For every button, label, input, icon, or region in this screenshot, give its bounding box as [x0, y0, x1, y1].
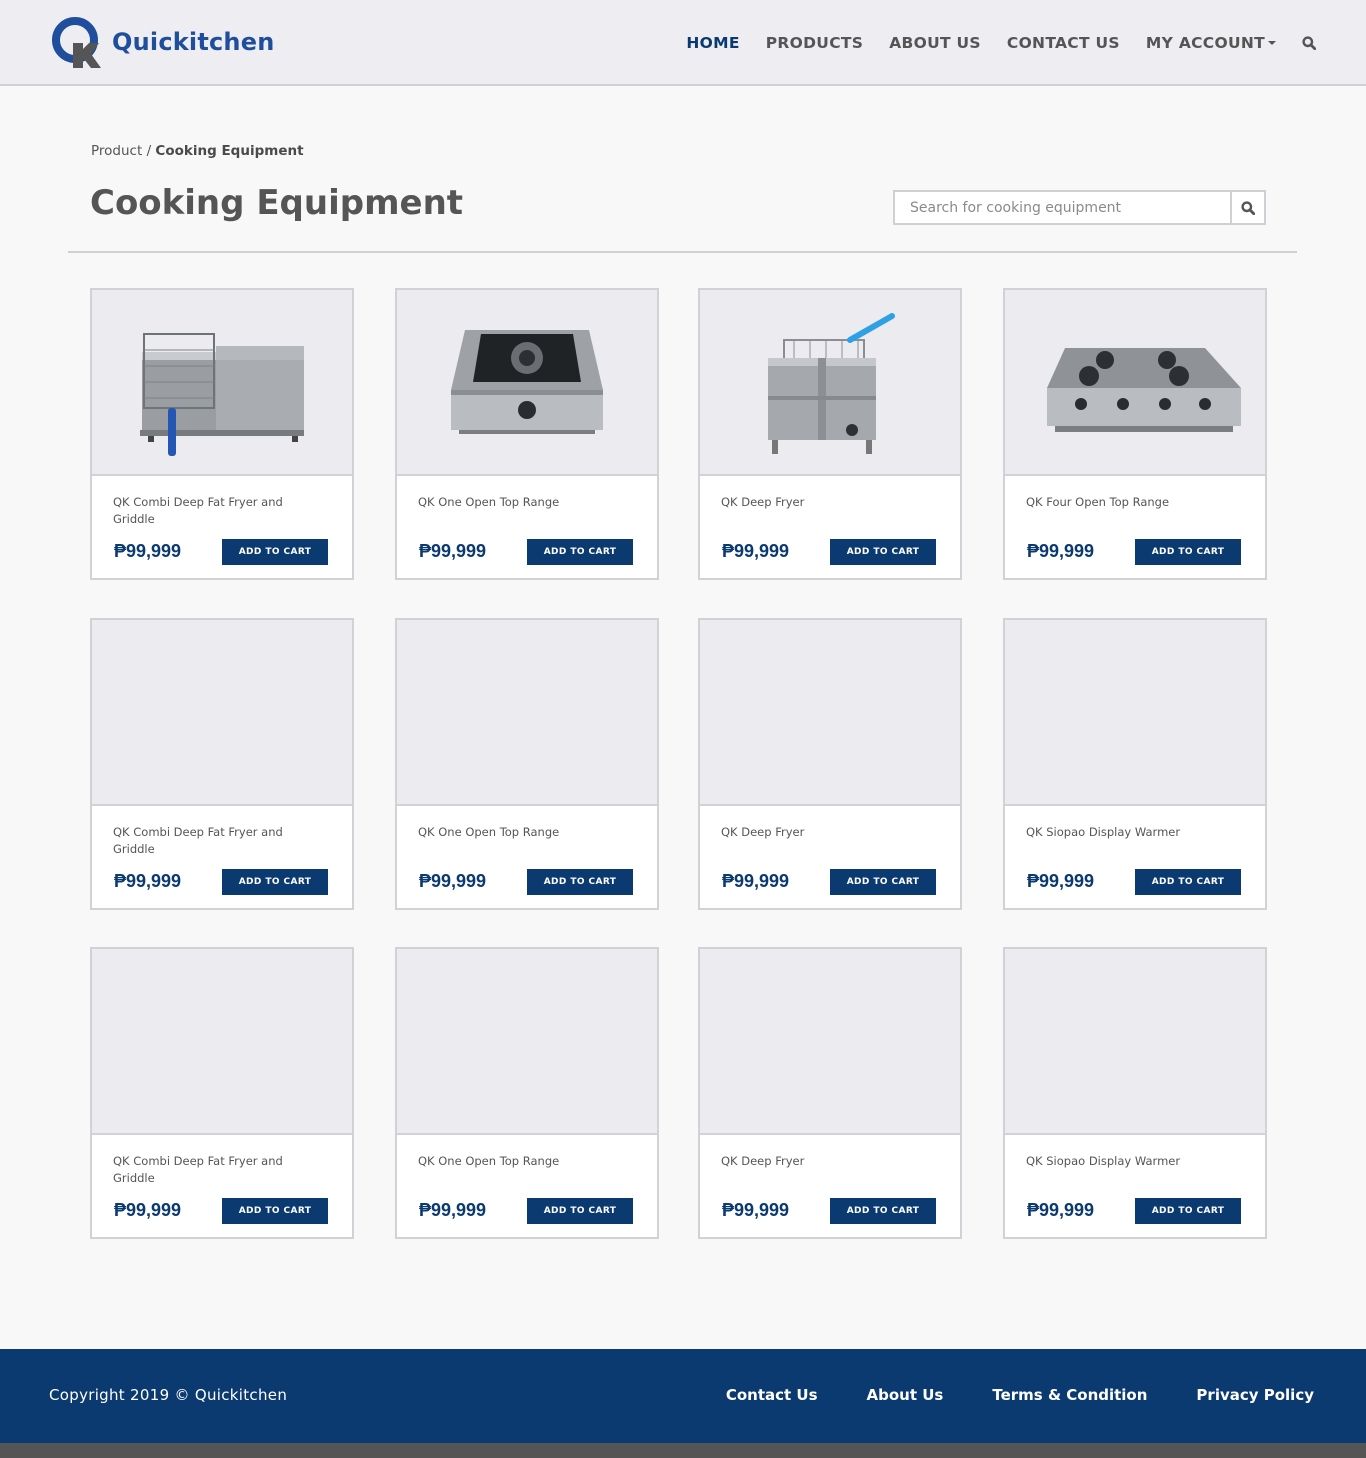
add-to-cart-button[interactable]: ADD TO CART: [830, 539, 936, 565]
product-card[interactable]: QK One Open Top Range ₱99,999 ADD TO CAR…: [395, 618, 659, 910]
add-to-cart-button[interactable]: ADD TO CART: [830, 869, 936, 895]
product-image[interactable]: [92, 290, 352, 476]
product-image-placeholder[interactable]: [92, 620, 352, 806]
product-card[interactable]: QK Deep Fryer ₱99,999 ADD TO CART: [698, 288, 962, 580]
breadcrumb-separator: /: [146, 143, 152, 159]
product-name[interactable]: QK One Open Top Range: [418, 824, 588, 841]
nav-my-account[interactable]: MY ACCOUNT: [1146, 34, 1276, 52]
main-nav: HOME PRODUCTS ABOUT US CONTACT US MY ACC…: [660, 32, 1316, 54]
product-image-placeholder[interactable]: [1005, 949, 1265, 1135]
footer-link-privacy-policy[interactable]: Privacy Policy: [1196, 1386, 1314, 1404]
page-title: Cooking Equipment: [90, 183, 464, 223]
product-price: ₱99,999: [1027, 541, 1095, 561]
product-image-placeholder[interactable]: [1005, 620, 1265, 806]
title-divider: [68, 251, 1297, 253]
product-image-placeholder[interactable]: [700, 620, 960, 806]
add-to-cart-button[interactable]: ADD TO CART: [1135, 1198, 1241, 1224]
search-icon: [1241, 200, 1255, 215]
product-price: ₱99,999: [114, 871, 182, 891]
product-image-placeholder[interactable]: [397, 620, 657, 806]
product-price: ₱99,999: [114, 1200, 182, 1220]
product-name[interactable]: QK Deep Fryer: [721, 1153, 891, 1170]
product-image[interactable]: [700, 290, 960, 476]
add-to-cart-button[interactable]: ADD TO CART: [527, 1198, 633, 1224]
brand-name: Quickitchen: [112, 28, 275, 56]
product-price: ₱99,999: [114, 541, 182, 561]
nav-about-us[interactable]: ABOUT US: [889, 34, 981, 52]
copyright-text: Copyright 2019 © Quickitchen: [49, 1386, 288, 1404]
product-card[interactable]: QK One Open Top Range ₱99,999 ADD TO CAR…: [395, 947, 659, 1239]
footer-link-about-us[interactable]: About Us: [867, 1386, 944, 1404]
product-price: ₱99,999: [722, 871, 790, 891]
product-price: ₱99,999: [1027, 1200, 1095, 1220]
product-name[interactable]: QK Four Open Top Range: [1026, 494, 1196, 511]
nav-my-account-label: MY ACCOUNT: [1145, 34, 1265, 52]
add-to-cart-button[interactable]: ADD TO CART: [830, 1198, 936, 1224]
product-name[interactable]: QK Combi Deep Fat Fryer and Griddle: [113, 824, 283, 858]
caret-down-icon: [1268, 41, 1276, 45]
product-card[interactable]: QK Combi Deep Fat Fryer and Griddle ₱99,…: [90, 288, 354, 580]
product-card[interactable]: QK Combi Deep Fat Fryer and Griddle ₱99,…: [90, 947, 354, 1239]
bottom-bar: [0, 1443, 1366, 1458]
footer-link-contact-us[interactable]: Contact Us: [726, 1386, 818, 1404]
breadcrumb-parent[interactable]: Product: [91, 143, 142, 159]
product-search: [893, 190, 1266, 225]
product-image-placeholder[interactable]: [92, 949, 352, 1135]
product-name[interactable]: QK Deep Fryer: [721, 824, 891, 841]
one-open-top-range-icon: [451, 330, 603, 434]
product-price: ₱99,999: [419, 1200, 487, 1220]
breadcrumb-current: Cooking Equipment: [155, 143, 304, 159]
product-card[interactable]: QK Deep Fryer ₱99,999 ADD TO CART: [698, 947, 962, 1239]
product-price: ₱99,999: [419, 871, 487, 891]
product-image-placeholder[interactable]: [700, 949, 960, 1135]
brand-logo[interactable]: Quickitchen: [51, 16, 281, 70]
product-image[interactable]: [397, 290, 657, 476]
add-to-cart-button[interactable]: ADD TO CART: [222, 1198, 328, 1224]
nav-home[interactable]: HOME: [686, 34, 739, 52]
product-card[interactable]: QK Four Open Top Range ₱99,999 ADD TO CA…: [1003, 288, 1267, 580]
combi-fryer-griddle-icon: [140, 333, 304, 456]
add-to-cart-button[interactable]: ADD TO CART: [527, 869, 633, 895]
search-button[interactable]: [1230, 192, 1264, 223]
product-name[interactable]: QK Combi Deep Fat Fryer and Griddle: [113, 494, 283, 528]
product-card[interactable]: QK One Open Top Range ₱99,999 ADD TO CAR…: [395, 288, 659, 580]
product-price: ₱99,999: [722, 1200, 790, 1220]
product-name[interactable]: QK Siopao Display Warmer: [1026, 1153, 1196, 1170]
add-to-cart-button[interactable]: ADD TO CART: [222, 869, 328, 895]
search-icon[interactable]: [1302, 36, 1316, 50]
product-image[interactable]: [1005, 290, 1265, 476]
breadcrumb: Product / Cooking Equipment: [91, 143, 304, 159]
logo-mark-icon: [52, 17, 101, 68]
product-name[interactable]: QK One Open Top Range: [418, 1153, 588, 1170]
product-card[interactable]: QK Combi Deep Fat Fryer and Griddle ₱99,…: [90, 618, 354, 910]
footer-link-terms[interactable]: Terms & Condition: [992, 1386, 1147, 1404]
product-price: ₱99,999: [722, 541, 790, 561]
add-to-cart-button[interactable]: ADD TO CART: [222, 539, 328, 565]
product-price: ₱99,999: [1027, 871, 1095, 891]
product-name[interactable]: QK Siopao Display Warmer: [1026, 824, 1196, 841]
search-input[interactable]: [895, 192, 1232, 223]
product-name[interactable]: QK Combi Deep Fat Fryer and Griddle: [113, 1153, 283, 1187]
deep-fryer-icon: [768, 313, 895, 454]
site-header: Quickitchen HOME PRODUCTS ABOUT US CONTA…: [0, 0, 1366, 86]
add-to-cart-button[interactable]: ADD TO CART: [1135, 539, 1241, 565]
nav-products[interactable]: PRODUCTS: [766, 34, 863, 52]
product-card[interactable]: QK Deep Fryer ₱99,999 ADD TO CART: [698, 618, 962, 910]
product-image-placeholder[interactable]: [397, 949, 657, 1135]
product-price: ₱99,999: [419, 541, 487, 561]
site-footer: Copyright 2019 © Quickitchen Contact Us …: [0, 1349, 1366, 1443]
add-to-cart-button[interactable]: ADD TO CART: [1135, 869, 1241, 895]
nav-contact-us[interactable]: CONTACT US: [1007, 34, 1120, 52]
product-card[interactable]: QK Siopao Display Warmer ₱99,999 ADD TO …: [1003, 618, 1267, 910]
four-open-top-range-icon: [1047, 348, 1241, 432]
product-name[interactable]: QK One Open Top Range: [418, 494, 588, 511]
add-to-cart-button[interactable]: ADD TO CART: [527, 539, 633, 565]
footer-links: Contact Us About Us Terms & Condition Pr…: [677, 1386, 1314, 1404]
product-name[interactable]: QK Deep Fryer: [721, 494, 891, 511]
product-card[interactable]: QK Siopao Display Warmer ₱99,999 ADD TO …: [1003, 947, 1267, 1239]
